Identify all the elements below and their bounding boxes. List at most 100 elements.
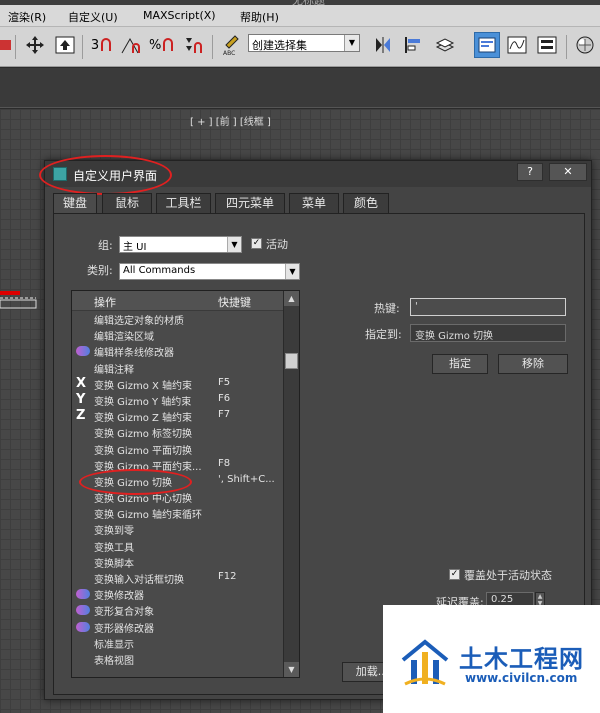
active-label: 活动 <box>266 238 288 251</box>
chevron-down-icon: ▼ <box>227 237 241 252</box>
watermark: 土木工程网 www.civilcn.com <box>383 605 600 713</box>
action-name: 表格视图 <box>94 655 134 667</box>
scroll-up-icon[interactable]: ▲ <box>284 291 299 306</box>
percent-snap-icon[interactable]: % <box>148 32 174 58</box>
column-action[interactable]: 操作 <box>94 294 116 310</box>
tab-keyboard[interactable]: 键盘 <box>53 193 97 215</box>
snap-3d-label: 3 <box>90 37 100 53</box>
list-item[interactable]: Z 变换 Gizmo Z 轴约束 F7 <box>72 408 284 424</box>
spline-icon <box>76 346 90 357</box>
axis-x-icon: X <box>76 375 87 391</box>
list-item[interactable]: 变换脚本 <box>72 554 284 570</box>
list-item[interactable]: 编辑选定对象的材质 <box>72 311 284 327</box>
menu-customize[interactable]: 自定义(U) <box>68 9 118 25</box>
list-item[interactable]: X 变换 Gizmo X 轴约束 F5 <box>72 376 284 392</box>
close-button[interactable]: ✕ <box>549 163 587 181</box>
chevron-down-icon: ▼ <box>344 35 359 51</box>
axis-z-icon: Z <box>76 408 86 424</box>
list-item[interactable]: 变换 Gizmo 轴约束循环 <box>72 505 284 521</box>
scroll-thumb[interactable] <box>285 353 298 369</box>
action-shortcut: F12 <box>218 571 237 582</box>
action-shortcut: F7 <box>218 409 231 421</box>
list-item[interactable]: 变换 Gizmo 平面切换 <box>72 441 284 457</box>
action-shortcut: ', Shift+C... <box>218 473 275 485</box>
action-name: 变换到零 <box>94 526 134 538</box>
action-name: 变换 Gizmo 轴约束循环 <box>94 510 202 522</box>
action-name: 变换修改器 <box>94 591 144 603</box>
hotkey-field[interactable]: ' <box>410 298 566 316</box>
group-dropdown[interactable]: 主 UI ▼ <box>119 236 242 253</box>
group-value: 主 UI <box>123 242 147 253</box>
viewport-label[interactable]: [ + ] [前 ] [线框 ] <box>190 113 271 128</box>
material-editor-icon[interactable] <box>572 32 598 58</box>
remove-button[interactable]: 移除 <box>498 354 568 374</box>
category-dropdown[interactable]: All Commands ▼ <box>119 263 300 280</box>
menu-help[interactable]: 帮助(H) <box>240 9 279 25</box>
list-item[interactable]: 变形复合对象 <box>72 602 284 618</box>
action-shortcut: F6 <box>218 392 231 404</box>
tab-mouse[interactable]: 鼠标 <box>102 193 152 214</box>
menu-maxscript[interactable]: MAXScript(X) <box>143 9 216 22</box>
hotkey-label: 热键: <box>374 302 400 315</box>
toolbar-separator <box>566 35 567 59</box>
move-icon[interactable] <box>22 32 48 58</box>
list-item[interactable]: 编辑注释 <box>72 360 284 376</box>
assign-button[interactable]: 指定 <box>432 354 488 374</box>
menu-render[interactable]: 渲染(R) <box>8 9 46 25</box>
select-object-icon[interactable] <box>52 32 78 58</box>
column-shortcut[interactable]: 快捷键 <box>218 294 251 310</box>
action-shortcut: F5 <box>218 376 231 388</box>
schematic-view-icon[interactable] <box>534 32 560 58</box>
chevron-down-icon: ▼ <box>285 264 299 279</box>
list-scrollbar[interactable]: ▲ ▼ <box>283 291 299 677</box>
command-panel-area <box>0 68 600 108</box>
active-checkbox[interactable]: ✓ <box>251 238 262 249</box>
main-toolbar: 3 % ABC 创建选择集 ▼ <box>0 27 600 67</box>
layers-icon[interactable] <box>432 32 458 58</box>
action-shortcut: F8 <box>218 457 231 469</box>
action-name: 标准显示 <box>94 639 134 651</box>
list-item[interactable]: 标准显示 <box>72 635 284 651</box>
tab-quad-menus[interactable]: 四元菜单 <box>215 193 285 214</box>
tab-menus[interactable]: 菜单 <box>289 193 339 214</box>
list-item[interactable]: 变形器修改器 <box>72 619 284 635</box>
category-label: 类别: <box>87 264 113 277</box>
action-name: 变换 Gizmo Z 轴约束 <box>94 413 193 425</box>
action-name: 变形复合对象 <box>94 607 154 619</box>
list-item[interactable]: 编辑渲染区域 <box>72 327 284 343</box>
action-name: 变换 Gizmo X 轴约束 <box>94 380 193 392</box>
watermark-logo <box>401 639 449 686</box>
tab-toolbars[interactable]: 工具栏 <box>156 193 211 214</box>
list-item[interactable]: 变换到零 <box>72 521 284 537</box>
curve-editor-icon[interactable] <box>504 32 530 58</box>
snap-3d-icon[interactable]: 3 <box>88 32 114 58</box>
list-item[interactable]: 表格视图 <box>72 651 284 667</box>
list-item[interactable]: 变换 Gizmo 标签切换 <box>72 424 284 440</box>
list-item[interactable]: Y 变换 Gizmo Y 轴约束 F6 <box>72 392 284 408</box>
angle-snap-icon[interactable] <box>118 32 144 58</box>
action-name: 变换输入对话框切换 <box>94 575 184 586</box>
toolbar-separator <box>212 35 213 59</box>
menu-bar: 渲染(R) 自定义(U) MAXScript(X) 帮助(H) <box>0 5 600 27</box>
selection-set-dropdown[interactable]: 创建选择集 ▼ <box>248 34 360 52</box>
scroll-down-icon[interactable]: ▼ <box>284 662 299 677</box>
align-icon[interactable] <box>400 32 426 58</box>
layer-explorer-icon[interactable] <box>474 32 500 58</box>
list-item[interactable]: 变换输入对话框切换 F12 <box>72 570 284 586</box>
override-checkbox[interactable]: ✓ <box>449 569 460 580</box>
spinner-snap-icon[interactable] <box>180 32 206 58</box>
list-item[interactable]: 变换修改器 <box>72 586 284 602</box>
action-name: 编辑注释 <box>94 364 134 376</box>
watermark-url: www.civilcn.com <box>465 671 578 685</box>
morph-icon <box>76 605 90 616</box>
mirror-icon[interactable] <box>370 32 396 58</box>
help-button[interactable]: ? <box>517 163 543 181</box>
edit-named-selection-icon[interactable]: ABC <box>218 32 244 58</box>
toolbar-separator <box>15 35 16 59</box>
percent-snap-label: % <box>149 37 162 53</box>
action-name: 编辑渲染区域 <box>94 332 154 344</box>
list-item[interactable]: 编辑样条线修改器 <box>72 343 284 359</box>
tab-colors[interactable]: 颜色 <box>343 193 389 214</box>
list-item[interactable]: 变换工具 <box>72 538 284 554</box>
axis-y-icon: Y <box>76 391 86 407</box>
